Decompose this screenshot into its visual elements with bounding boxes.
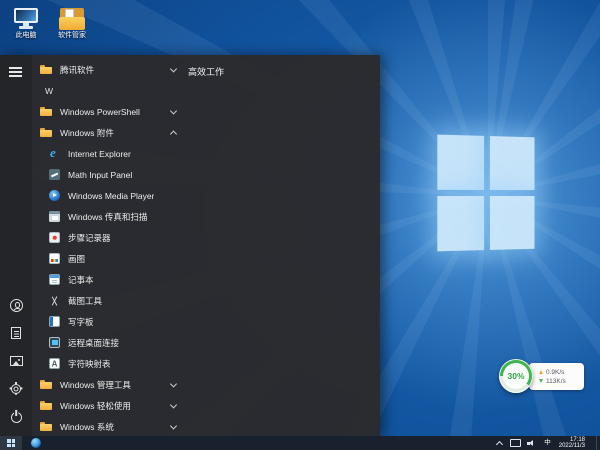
start-menu: 腾讯软件 W Windows PowerShell Windows 附件 Int… xyxy=(0,55,380,436)
desktop-icon-label: 此电脑 xyxy=(15,32,37,39)
taskbar-clock[interactable]: 17:18 2022/11/3 xyxy=(559,437,588,450)
volume-icon[interactable] xyxy=(527,439,536,447)
start-item-remote-desktop[interactable]: 远程桌面连接 xyxy=(32,332,186,353)
folder-icon xyxy=(40,128,52,137)
start-item-notepad[interactable]: 记事本 xyxy=(32,269,186,290)
start-button[interactable] xyxy=(0,436,22,450)
snipping-tool-icon xyxy=(49,295,60,306)
network-icon[interactable] xyxy=(510,439,522,447)
folder-icon xyxy=(40,65,52,74)
start-item-steps-recorder[interactable]: 步骤记录器 xyxy=(32,227,186,248)
start-item-internet-explorer[interactable]: Internet Explorer xyxy=(32,143,186,164)
user-button[interactable] xyxy=(7,298,25,312)
start-item-wordpad[interactable]: 写字板 xyxy=(32,311,186,332)
start-item-paint[interactable]: 画图 xyxy=(32,248,186,269)
browser-taskbar-icon[interactable] xyxy=(31,438,41,448)
notepad-icon xyxy=(49,274,60,285)
system-tray: 中 17:18 2022/11/3 xyxy=(496,436,600,450)
desktop-icon-label: 软件管家 xyxy=(58,32,86,39)
start-item-ease-of-access-folder[interactable]: Windows 轻松使用 xyxy=(32,395,186,416)
remote-desktop-icon xyxy=(49,337,60,348)
settings-button[interactable] xyxy=(7,382,25,396)
start-item-accessories-folder[interactable]: Windows 附件 xyxy=(32,122,186,143)
character-map-icon xyxy=(49,358,60,369)
user-icon xyxy=(9,298,23,312)
start-item-snipping-tool[interactable]: 截图工具 xyxy=(32,290,186,311)
start-menu-rail xyxy=(0,55,32,436)
start-item-windows-system-folder[interactable]: Windows 系统 xyxy=(32,416,186,437)
steps-recorder-icon xyxy=(49,232,60,243)
start-item-media-player[interactable]: Windows Media Player xyxy=(32,185,186,206)
power-button[interactable] xyxy=(7,410,25,424)
chevron-down-icon xyxy=(169,379,178,388)
start-item-tencent-folder[interactable]: 腾讯软件 xyxy=(32,59,186,80)
chevron-down-icon xyxy=(169,106,178,115)
speed-widget[interactable]: 0.9K/s 113K/s 30% xyxy=(499,359,591,395)
taskbar: 中 17:18 2022/11/3 xyxy=(0,436,600,450)
chevron-down-icon xyxy=(169,400,178,409)
pictures-button[interactable] xyxy=(7,354,25,368)
memory-usage-gauge[interactable]: 30% xyxy=(499,359,533,393)
this-pc-icon xyxy=(12,8,40,30)
windows-flag-icon xyxy=(7,439,15,447)
chevron-down-icon xyxy=(169,64,178,73)
software-manager-icon xyxy=(59,8,85,30)
menu-icon[interactable] xyxy=(9,67,23,80)
internet-explorer-icon xyxy=(49,146,60,159)
windows-hero-logo xyxy=(437,134,536,256)
chevron-down-icon xyxy=(169,421,178,430)
folder-icon xyxy=(40,380,52,389)
tile-group-header[interactable]: 高效工作 xyxy=(188,65,224,78)
folder-icon xyxy=(40,422,52,431)
upload-arrow-icon xyxy=(539,370,543,374)
settings-icon xyxy=(11,384,21,394)
download-speed: 113K/s xyxy=(546,377,566,385)
clock-date: 2022/11/3 xyxy=(558,443,585,449)
tile-area: 高效工作 xyxy=(186,55,380,436)
math-input-panel-icon xyxy=(49,169,60,180)
start-item-character-map[interactable]: 字符映射表 xyxy=(32,353,186,374)
wordpad-icon xyxy=(49,316,60,327)
fax-scan-icon xyxy=(49,211,60,222)
documents-button[interactable] xyxy=(7,326,25,340)
pictures-icon xyxy=(9,356,23,366)
upload-speed: 0.9K/s xyxy=(546,368,565,376)
ime-indicator[interactable]: 中 xyxy=(544,439,551,447)
documents-icon xyxy=(11,327,21,339)
start-item-powershell-folder[interactable]: Windows PowerShell xyxy=(32,101,186,122)
show-desktop-button[interactable] xyxy=(596,436,600,450)
desktop-icon-software-manager[interactable]: 软件管家 xyxy=(49,8,95,40)
start-section-letter-w[interactable]: W xyxy=(32,80,186,101)
gauge-percent: 30% xyxy=(503,363,529,389)
start-item-math-input-panel[interactable]: Math Input Panel xyxy=(32,164,186,185)
chevron-up-icon[interactable] xyxy=(496,440,504,448)
folder-icon xyxy=(40,401,52,410)
media-player-icon xyxy=(49,190,60,201)
download-arrow-icon xyxy=(539,379,543,383)
start-app-list: 腾讯软件 W Windows PowerShell Windows 附件 Int… xyxy=(32,55,186,436)
paint-icon xyxy=(49,253,60,264)
screen: 此电脑 软件管家 腾讯软件 W Windows PowerShell Windo… xyxy=(0,0,600,450)
start-item-admin-tools-folder[interactable]: Windows 管理工具 xyxy=(32,374,186,395)
start-item-fax-scan[interactable]: Windows 传真和扫描 xyxy=(32,206,186,227)
folder-icon xyxy=(40,107,52,116)
power-icon xyxy=(10,411,22,423)
chevron-up-icon xyxy=(169,129,178,138)
desktop-icon-this-pc[interactable]: 此电脑 xyxy=(3,8,49,40)
network-speed-panel: 0.9K/s 113K/s xyxy=(529,363,584,390)
